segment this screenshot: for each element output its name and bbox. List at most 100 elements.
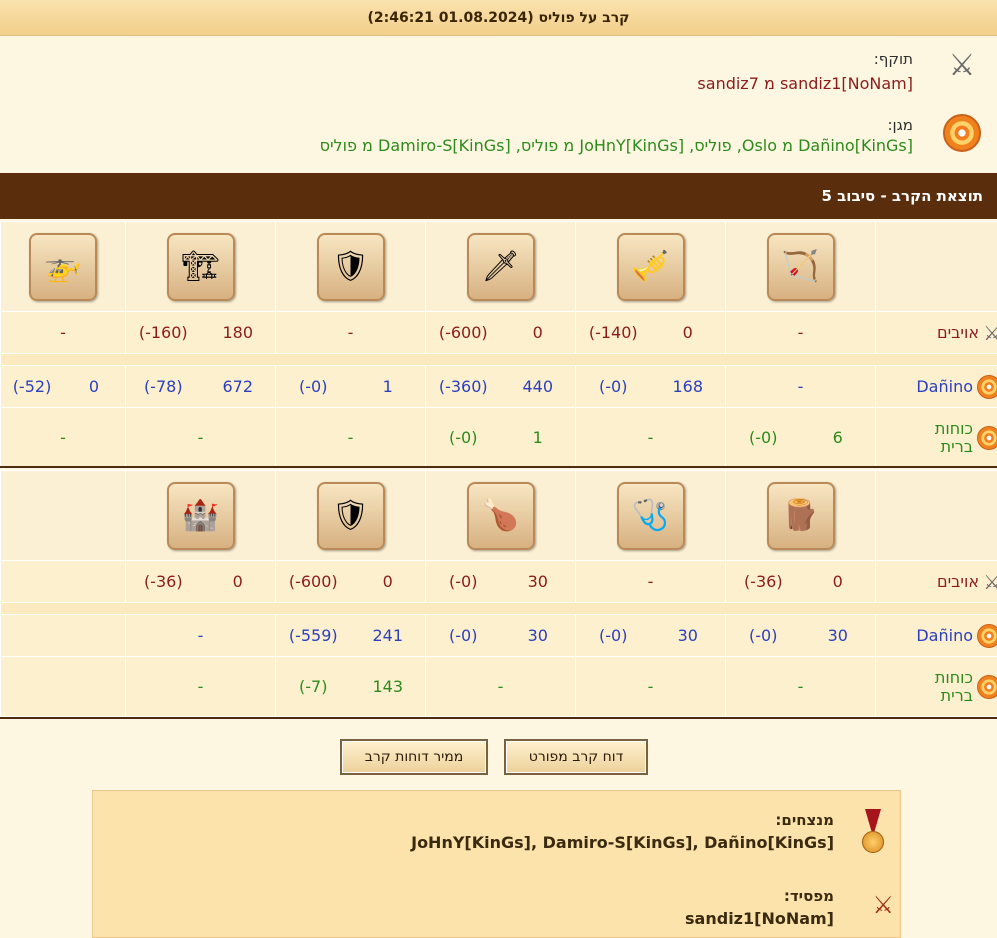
empty-cell: -	[725, 311, 876, 354]
unit-loss: (-52)	[12, 377, 52, 396]
losers-text: sandiz1[NoNam]	[685, 909, 834, 928]
unit-loss: (-0)	[749, 626, 778, 645]
shield-icon	[977, 623, 997, 648]
shield-icon	[977, 425, 997, 450]
empty-cell: -	[0, 311, 126, 354]
empty-cell: -	[125, 614, 276, 657]
winners-label: מנצחים:	[775, 811, 834, 829]
detailed-report-button[interactable]: דוח קרב מפורט	[504, 739, 648, 775]
crossed-swords-icon: ⚔	[948, 48, 976, 83]
unit-count: 0	[682, 323, 693, 342]
medal-icon	[860, 809, 886, 855]
empty-cell: -	[275, 407, 426, 468]
defender-section: מגן: Dañino[KinGs] מ Oslo, פוליס, JoHnY[…	[0, 110, 997, 170]
unit-loss: (-0)	[599, 377, 628, 396]
catapult-icon[interactable]: 🏗	[166, 232, 235, 301]
crossed-swords-icon: ⚔	[983, 569, 997, 594]
divider	[0, 466, 997, 468]
battle-table-2: 🪵 🩺 🍗 🛡 🏰 ⚔ אויבים 0 (-36) -30 (-0) 0 (-600) 0 (-36) Da…	[0, 470, 997, 717]
unit-count: 6	[832, 428, 843, 447]
winners-text: JoHnY[KinGs], Damiro-S[KinGs], Dañino[Ki…	[411, 833, 834, 852]
empty-cell: -	[575, 560, 726, 603]
empty-cell: -	[425, 656, 576, 717]
ram-icon[interactable]: 🪵	[766, 481, 835, 550]
unit-loss: (-0)	[449, 626, 478, 645]
shield-icon	[977, 674, 997, 699]
unit-loss: (-78)	[143, 377, 183, 396]
enemies-label: אויבים	[936, 572, 980, 591]
spearman-icon[interactable]: 🛡	[316, 481, 385, 550]
defender-label: מגן:	[887, 116, 913, 134]
allies-label: כוחות ברית	[934, 667, 973, 705]
defender-text[interactable]: Dañino[KinGs] מ Oslo, פוליס, JoHnY[KinGs…	[320, 136, 913, 155]
unit-loss: (-360)	[438, 377, 488, 396]
empty-cell: -	[575, 656, 726, 717]
unit-count: 0	[382, 572, 393, 591]
empty-cell: -	[725, 365, 876, 408]
trumpeter-icon[interactable]: 🎺	[616, 232, 685, 301]
unit-count: 0	[832, 572, 843, 591]
player-link[interactable]: Dañino	[916, 626, 973, 645]
unit-loss: (-600)	[288, 572, 338, 591]
attacker-text[interactable]: sandiz1[NoNam] מ sandiz7	[697, 74, 913, 93]
unit-loss: (-160)	[138, 323, 188, 342]
unit-count: 672	[222, 377, 254, 396]
result-header: תוצאת הקרב - סיבוב 5	[0, 173, 997, 219]
unit-loss: (-36)	[143, 572, 183, 591]
battle-result-panel: מנצחים: JoHnY[KinGs], Damiro-S[KinGs], D…	[92, 790, 901, 938]
table-row: ⚔ אויבים 0 (-36) -30 (-0) 0 (-600) 0 (-36)	[0, 560, 997, 603]
empty-cell: -	[275, 311, 426, 354]
unit-loss: (-0)	[749, 428, 778, 447]
losers-label: מפסיד:	[783, 887, 834, 905]
table-row: ⚔ אויבים -0 (-140) 0 (-600) -180 (-160) -	[0, 311, 997, 354]
attacker-label: תוקף:	[873, 50, 913, 68]
unit-count: 30	[827, 626, 848, 645]
unit-icons-row: 🏹 🎺 🗡 🛡 🏗 🚁	[0, 221, 997, 312]
unit-loss: (-0)	[599, 626, 628, 645]
gyrocopter-icon[interactable]: 🚁	[29, 232, 97, 301]
slinger-icon[interactable]: 🏹	[766, 232, 835, 301]
unit-loss: (-0)	[449, 572, 478, 591]
empty-cell: -	[125, 407, 276, 468]
unit-loss: (-0)	[299, 377, 328, 396]
attacker-section: ⚔ תוקף: sandiz1[NoNam] מ sandiz7	[0, 44, 997, 104]
unit-count: 1	[382, 377, 393, 396]
unit-loss: (-7)	[299, 677, 328, 696]
report-converter-button[interactable]: ממיר דוחות קרב	[340, 739, 488, 775]
unit-count: 241	[372, 626, 404, 645]
unit-icons-row: 🪵 🩺 🍗 🛡 🏰	[0, 470, 997, 561]
unit-count: 440	[522, 377, 554, 396]
allies-label: כוחות ברית	[934, 418, 973, 456]
unit-loss: (-559)	[288, 626, 338, 645]
shield-icon	[939, 110, 985, 156]
divider	[0, 717, 997, 719]
doctor-icon[interactable]: 🩺	[616, 481, 685, 550]
player-link[interactable]: Dañino	[916, 377, 973, 396]
empty-cell: -	[575, 407, 726, 468]
window-title: קרב על פוליס (01.08.2024 2:46:21)	[0, 0, 997, 36]
unit-count: 168	[672, 377, 704, 396]
unit-count: 180	[222, 323, 254, 342]
swordsman-icon[interactable]: 🗡	[466, 232, 535, 301]
unit-count: 1	[532, 428, 543, 447]
table-row: Dañino 30 (-0) 30 (-0) 30 (-0) 241 (-559) -	[0, 614, 997, 657]
enemies-label: אויבים	[936, 323, 980, 342]
empty-cell: -	[125, 656, 276, 717]
table-row: Dañino - 168 (-0) 440 (-360) 1 (-0) 672 (-78) 0 (-5…	[0, 365, 997, 408]
unit-loss: (-140)	[588, 323, 638, 342]
unit-count: 0	[88, 377, 100, 396]
table-row: כוחות ברית - - -143 (-7) -	[0, 656, 997, 717]
ballista-icon[interactable]: 🏰	[166, 481, 235, 550]
crossed-swords-icon: ⚔	[983, 320, 997, 345]
unit-count: 30	[527, 626, 548, 645]
cook-icon[interactable]: 🍗	[466, 481, 535, 550]
shield-icon	[977, 374, 997, 399]
hoplite-icon[interactable]: 🛡	[316, 232, 385, 301]
battle-table-1: 🏹 🎺 🗡 🛡 🏗 🚁 ⚔ אויבים -0 (-140) 0 (-600) -180 (-160) - D…	[0, 221, 997, 468]
unit-count: 0	[532, 323, 543, 342]
unit-loss: (-36)	[743, 572, 783, 591]
table-row: כוחות ברית 6 (-0) -1 (-0) - - -	[0, 407, 997, 468]
warriors-icon: ⚔	[872, 891, 894, 919]
unit-loss: (-600)	[438, 323, 488, 342]
unit-count: 30	[677, 626, 698, 645]
